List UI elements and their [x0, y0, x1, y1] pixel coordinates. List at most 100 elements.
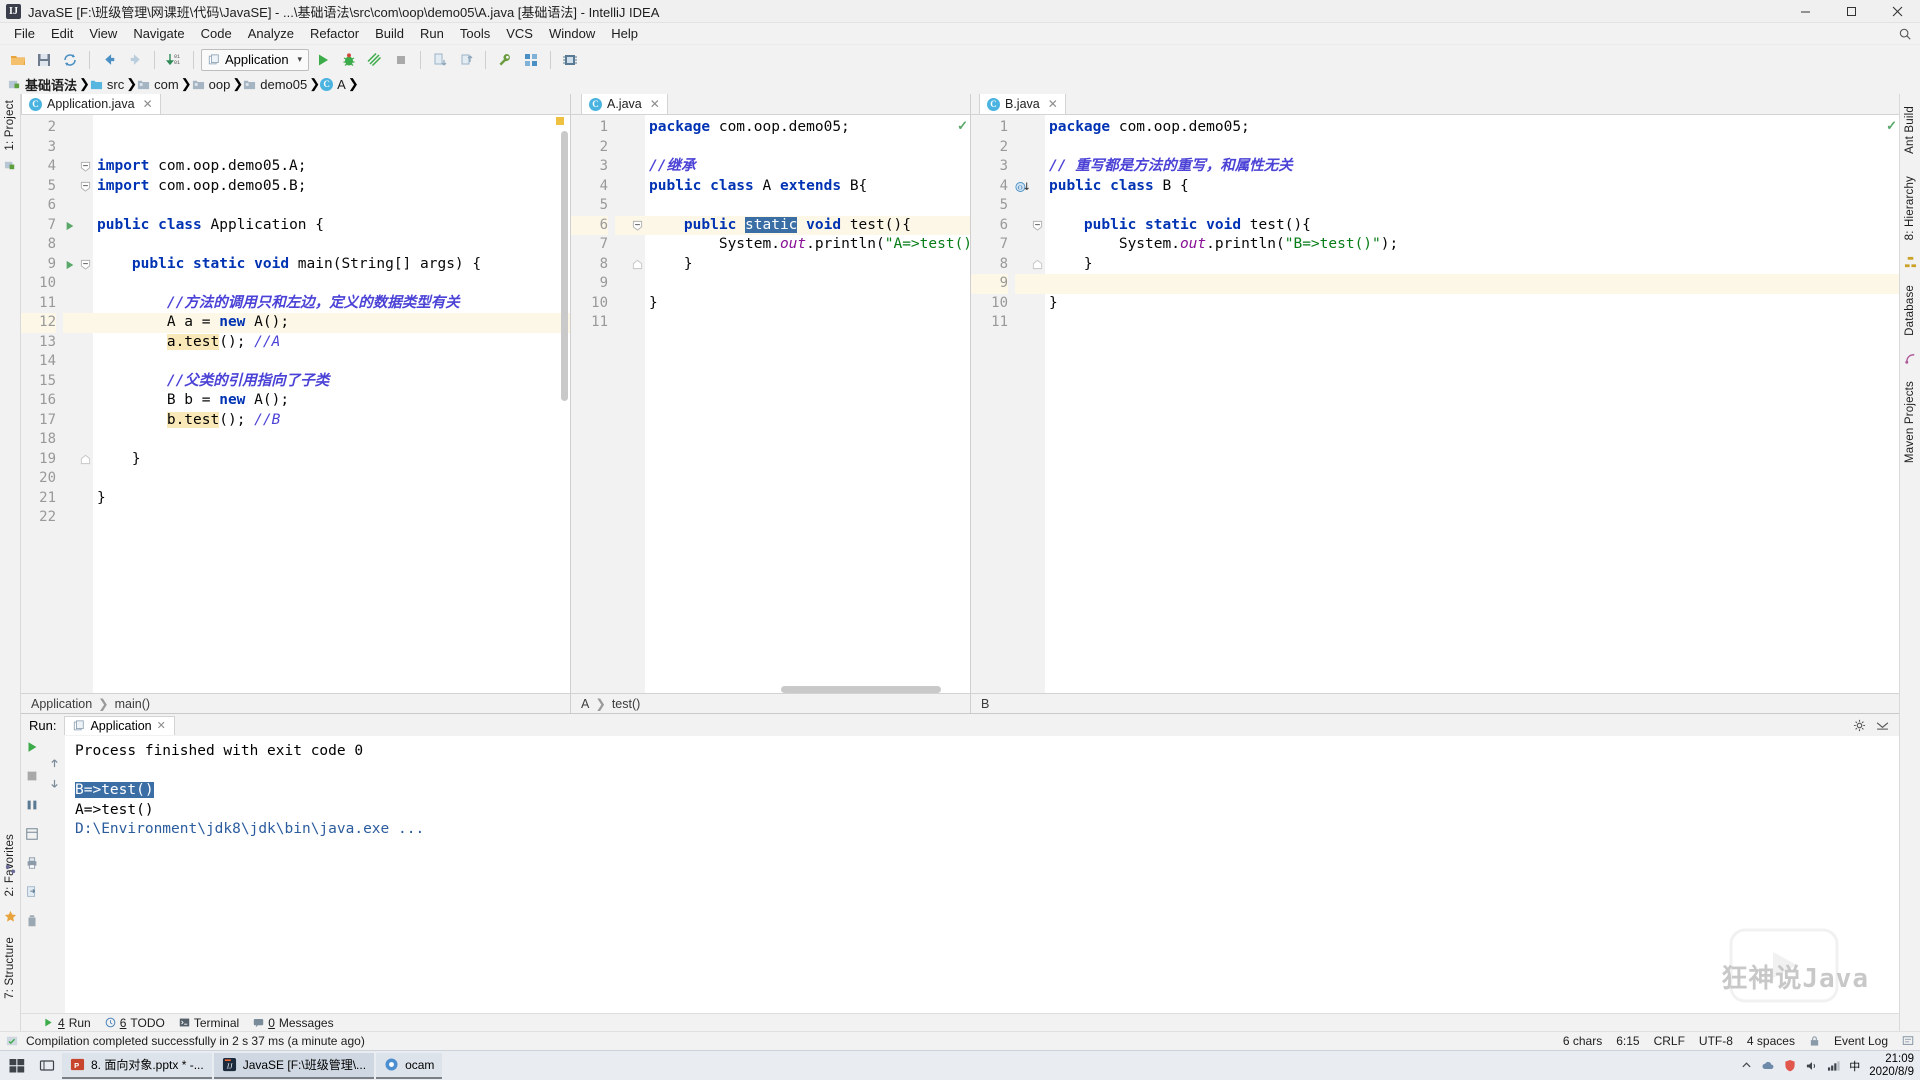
menu-refactor[interactable]: Refactor	[302, 24, 367, 43]
hide-window-icon[interactable]	[1876, 721, 1889, 730]
run-configuration-selector[interactable]: Application ▾	[201, 48, 309, 71]
vertical-scrollbar[interactable]	[561, 131, 568, 401]
menu-tools[interactable]: Tools	[452, 24, 498, 43]
rerun-icon[interactable]	[25, 740, 39, 754]
fold-end-icon[interactable]	[80, 454, 91, 465]
save-all-icon[interactable]	[32, 48, 56, 72]
file-encoding[interactable]: UTF-8	[1699, 1034, 1733, 1048]
editor-breadcrumb-item[interactable]: test()	[612, 697, 640, 711]
code-editor[interactable]: import com.oop.demo05.A; import com.oop.d…	[93, 115, 570, 693]
stop-icon[interactable]	[25, 769, 39, 783]
editor-gutter[interactable]: 1 2 3 4 5 6 7 8 9 10 11	[571, 115, 645, 693]
menu-code[interactable]: Code	[193, 24, 240, 43]
volume-icon[interactable]	[1805, 1060, 1818, 1072]
run-gutter-icon[interactable]	[65, 221, 75, 231]
close-icon[interactable]: ✕	[650, 97, 660, 111]
breadcrumb-item-com[interactable]: com	[137, 77, 181, 92]
network-icon[interactable]	[1827, 1060, 1840, 1072]
bottom-tool-messages[interactable]: 0 Messages	[253, 1016, 334, 1030]
fold-collapse-icon[interactable]	[80, 181, 91, 192]
code-editor[interactable]: package com.oop.demo05; // 重写都是方法的重写，和属性…	[1045, 115, 1899, 693]
scroll-up-icon[interactable]	[49, 758, 60, 769]
taskbar-item-intellij[interactable]: IJ JavaSE [F:\班级管理\...	[213, 1052, 375, 1079]
gear-icon[interactable]	[1853, 719, 1866, 732]
scroll-down-icon[interactable]	[49, 778, 60, 789]
project-structure-icon[interactable]	[519, 48, 543, 72]
code-editor[interactable]: package com.oop.demo05; //继承 public class…	[645, 115, 970, 693]
export-icon[interactable]	[25, 885, 39, 899]
breadcrumb-item-src[interactable]: src	[90, 77, 126, 92]
fold-collapse-icon[interactable]	[1032, 220, 1043, 231]
console-output[interactable]: Process finished with exit code 0 B=>tes…	[65, 736, 1899, 1013]
breadcrumb-item-demo05[interactable]: demo05	[243, 77, 309, 92]
task-view-icon[interactable]	[34, 1051, 60, 1080]
event-log-icon[interactable]	[1902, 1035, 1914, 1047]
tool-window-database[interactable]: Database	[1904, 279, 1916, 342]
chevron-up-icon[interactable]	[1741, 1060, 1752, 1071]
minimize-icon[interactable]	[1782, 0, 1828, 23]
indent-size[interactable]: 4 spaces	[1747, 1034, 1795, 1048]
horizontal-scrollbar[interactable]	[781, 686, 941, 693]
gutter-markers[interactable]: O	[1015, 115, 1045, 693]
tool-window-hierarchy[interactable]: 8: Hierarchy	[1904, 170, 1916, 246]
breadcrumb-item-oop[interactable]: oop	[192, 77, 233, 92]
method-overridden-icon[interactable]: O	[1015, 181, 1033, 193]
menu-vcs[interactable]: VCS	[498, 24, 541, 43]
menu-run[interactable]: Run	[412, 24, 452, 43]
close-icon[interactable]	[1874, 0, 1920, 23]
run-icon[interactable]	[311, 48, 335, 72]
close-icon[interactable]: ✕	[143, 97, 153, 111]
cloud-icon[interactable]	[1761, 1060, 1775, 1071]
editor-gutter[interactable]: 1 2 3 4 5 6 7 8 9 10 11 O	[971, 115, 1045, 693]
gutter-markers[interactable]	[615, 115, 645, 693]
event-log-label[interactable]: Event Log	[1834, 1034, 1888, 1048]
sdk-manager-icon[interactable]	[558, 48, 582, 72]
print-icon[interactable]	[25, 856, 39, 870]
caret-position[interactable]: 6:15	[1616, 1034, 1639, 1048]
tool-window-maven[interactable]: Maven Projects	[1904, 375, 1916, 469]
editor-breadcrumb-item[interactable]: A	[581, 697, 589, 711]
gutter-markers[interactable]	[63, 115, 93, 693]
bottom-tool-todo[interactable]: 6 TODO	[105, 1016, 165, 1030]
taskbar-item-ocam[interactable]: ocam	[376, 1052, 443, 1079]
close-icon[interactable]: ✕	[157, 719, 166, 732]
windows-start-icon[interactable]	[2, 1051, 32, 1080]
editor-breadcrumb-item[interactable]: main()	[115, 697, 150, 711]
search-everywhere-icon[interactable]	[1898, 27, 1912, 41]
settings-wrench-icon[interactable]	[493, 48, 517, 72]
fold-collapse-icon[interactable]	[632, 220, 643, 231]
fold-end-icon[interactable]	[1032, 259, 1043, 270]
run-coverage-icon[interactable]	[363, 48, 387, 72]
breadcrumb-item-module[interactable]: 基础语法	[8, 75, 79, 94]
menu-edit[interactable]: Edit	[43, 24, 81, 43]
shield-icon[interactable]	[1784, 1059, 1796, 1072]
warning-marker[interactable]	[556, 117, 564, 125]
editor-breadcrumb-item[interactable]: Application	[31, 697, 92, 711]
ime-indicator[interactable]: 中	[1849, 1058, 1860, 1074]
open-folder-icon[interactable]	[6, 48, 30, 72]
forward-arrow-icon[interactable]	[123, 48, 147, 72]
editor-breadcrumb-item[interactable]: B	[981, 697, 989, 711]
inspection-ok-icon[interactable]: ✓	[1886, 118, 1897, 134]
menu-help[interactable]: Help	[603, 24, 646, 43]
fold-collapse-icon[interactable]	[80, 259, 91, 270]
taskbar-item-powerpoint[interactable]: P 8. 面向对象.pptx * -...	[62, 1052, 212, 1079]
menu-window[interactable]: Window	[541, 24, 603, 43]
commit-icon[interactable]	[454, 48, 478, 72]
line-separator[interactable]: CRLF	[1654, 1034, 1685, 1048]
close-icon[interactable]: ✕	[1048, 97, 1058, 111]
menu-view[interactable]: View	[81, 24, 125, 43]
fold-end-icon[interactable]	[632, 259, 643, 270]
sync-icon[interactable]	[58, 48, 82, 72]
debug-icon[interactable]	[337, 48, 361, 72]
menu-file[interactable]: File	[6, 24, 43, 43]
stop-icon[interactable]	[389, 48, 413, 72]
lock-icon[interactable]	[1809, 1035, 1820, 1047]
bottom-tool-run[interactable]: 4 Run	[43, 1016, 91, 1030]
tab-b[interactable]: C B.java ✕	[979, 94, 1066, 114]
tool-window-project[interactable]: 1: Project	[4, 94, 16, 157]
pause-icon[interactable]	[25, 798, 39, 812]
run-gutter-icon[interactable]	[65, 260, 75, 270]
code-area[interactable]: 1 2 3 4 5 6 7 8 9 10 11 Opackage com.oop.demo05; //…	[971, 115, 1899, 693]
compile-icon[interactable]: 01 01	[162, 48, 186, 72]
